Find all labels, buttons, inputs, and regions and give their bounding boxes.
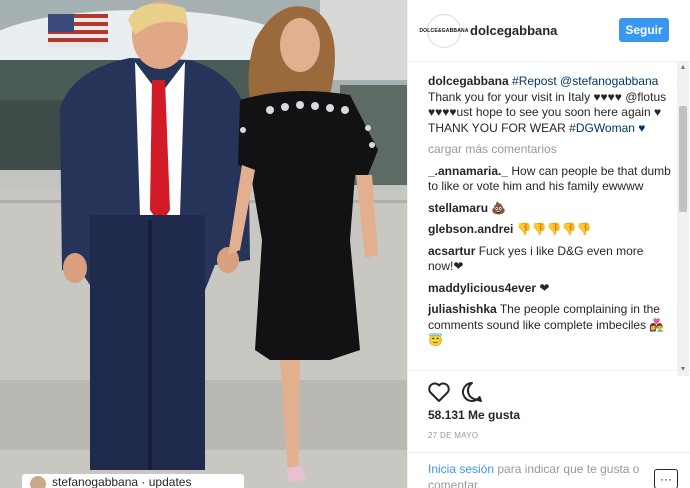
profile-avatar[interactable]: DOLCE&GABBANA bbox=[419, 14, 468, 48]
post-photo[interactable]: stefanogabbana · updates bbox=[0, 0, 407, 488]
comments-scrollbar[interactable]: ▲ ▼ bbox=[677, 62, 689, 376]
comment-username[interactable]: glebson.andrei bbox=[428, 222, 513, 236]
comment-item: _.annamaria._ How can people be that dum… bbox=[428, 164, 672, 195]
comment-item: glebson.andrei 👎👎👎👎👎 bbox=[428, 222, 672, 238]
caption-hashtag[interactable]: #DGWoman ♥ bbox=[569, 121, 645, 135]
scrollbar-thumb[interactable] bbox=[679, 106, 687, 212]
comment-item: stellamaru 💩 bbox=[428, 201, 672, 217]
avatar-logo-text: DOLCE&GABBANA bbox=[419, 28, 469, 34]
comment-item: maddylicious4ever ❤ bbox=[428, 281, 672, 297]
comment-item: juliashishka The people complaining in t… bbox=[428, 302, 672, 349]
comment-icon[interactable] bbox=[460, 380, 484, 404]
scroll-up-arrow-icon[interactable]: ▲ bbox=[679, 64, 687, 72]
comment-username[interactable]: stellamaru bbox=[428, 201, 488, 215]
load-more-comments[interactable]: cargar más comentarios bbox=[428, 142, 672, 158]
caption-comment: dolcegabbana #Repost @stefanogabbana Tha… bbox=[428, 74, 672, 136]
comment-username[interactable]: _.annamaria._ bbox=[428, 164, 508, 178]
comment-username[interactable]: juliashishka bbox=[428, 302, 497, 316]
heart-icon[interactable] bbox=[427, 380, 451, 404]
login-prompt: Inicia sesión para indicar que te gusta … bbox=[428, 461, 643, 488]
photo-illustration bbox=[0, 0, 407, 488]
comment-text: 👎👎👎👎👎 bbox=[516, 222, 592, 236]
header-username[interactable]: dolcegabbana bbox=[470, 23, 557, 38]
login-bar: Inicia sesión para indicar que te gusta … bbox=[408, 452, 690, 488]
mini-avatar bbox=[30, 476, 46, 488]
post-actions: 58.131 Me gusta 27 DE MAYO bbox=[408, 370, 690, 440]
more-options-icon[interactable]: ··· bbox=[654, 469, 678, 488]
caption-thanks: Thank you for your visit in Italy ♥♥♥♥ bbox=[428, 89, 622, 104]
photo-caption-text: stefanogabbana · updates bbox=[52, 475, 192, 488]
caption-username[interactable]: dolcegabbana bbox=[428, 74, 509, 88]
comment-username[interactable]: acsartur bbox=[428, 244, 475, 258]
comments-list: dolcegabbana #Repost @stefanogabbana Tha… bbox=[428, 74, 672, 355]
follow-button[interactable]: Seguir bbox=[619, 18, 669, 42]
comment-username[interactable]: maddylicious4ever bbox=[428, 281, 536, 295]
comment-text: 💩 bbox=[491, 200, 507, 215]
comment-text: ❤ bbox=[539, 280, 550, 295]
login-link[interactable]: Inicia sesión bbox=[428, 462, 494, 476]
post-panel: DOLCE&GABBANA dolcegabbana Seguir dolceg… bbox=[407, 0, 690, 488]
photo-caption-bar[interactable]: stefanogabbana · updates bbox=[22, 474, 244, 488]
post-header: DOLCE&GABBANA dolcegabbana Seguir bbox=[408, 0, 690, 62]
caption-repost-tag[interactable]: #Repost @stefanogabbana bbox=[512, 74, 658, 88]
post-date: 27 DE MAYO bbox=[428, 431, 479, 440]
comment-item: acsartur Fuck yes i like D&G even more n… bbox=[428, 244, 672, 275]
likes-count[interactable]: 58.131 Me gusta bbox=[428, 408, 520, 422]
